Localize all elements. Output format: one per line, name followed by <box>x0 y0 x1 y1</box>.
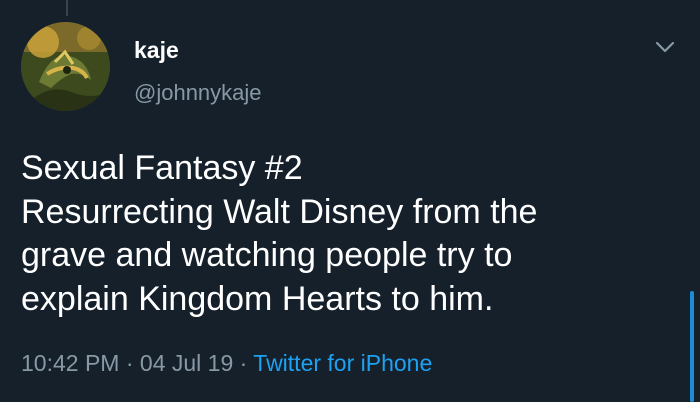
tweet-text: Sexual Fantasy #2 Resurrecting Walt Disn… <box>21 147 661 321</box>
meta-separator: · <box>119 350 140 376</box>
author-handle[interactable]: @johnnykaje <box>134 80 262 106</box>
avatar-image <box>21 22 110 111</box>
chevron-down-icon[interactable] <box>654 39 676 55</box>
author-display-name[interactable]: kaje <box>134 36 179 64</box>
tweet-text-line: grave and watching people try to <box>21 236 513 274</box>
thread-connector-line <box>66 0 68 16</box>
tweet-text-line: Resurrecting Walt Disney from the <box>21 192 538 231</box>
tweet-text-line: explain Kingdom Hearts to him. <box>21 279 494 318</box>
tweet-text-line: Sexual Fantasy #2 <box>21 149 303 187</box>
tweet-date[interactable]: 04 Jul 19 <box>140 350 233 376</box>
scrollbar[interactable] <box>690 291 694 402</box>
tweet-meta: 10:42 PM · 04 Jul 19 · Twitter for iPhon… <box>21 349 432 377</box>
avatar[interactable] <box>21 22 110 111</box>
tweet-source-link[interactable]: Twitter for iPhone <box>253 350 432 376</box>
meta-separator: · <box>233 350 254 376</box>
tweet-time[interactable]: 10:42 PM <box>21 350 119 376</box>
